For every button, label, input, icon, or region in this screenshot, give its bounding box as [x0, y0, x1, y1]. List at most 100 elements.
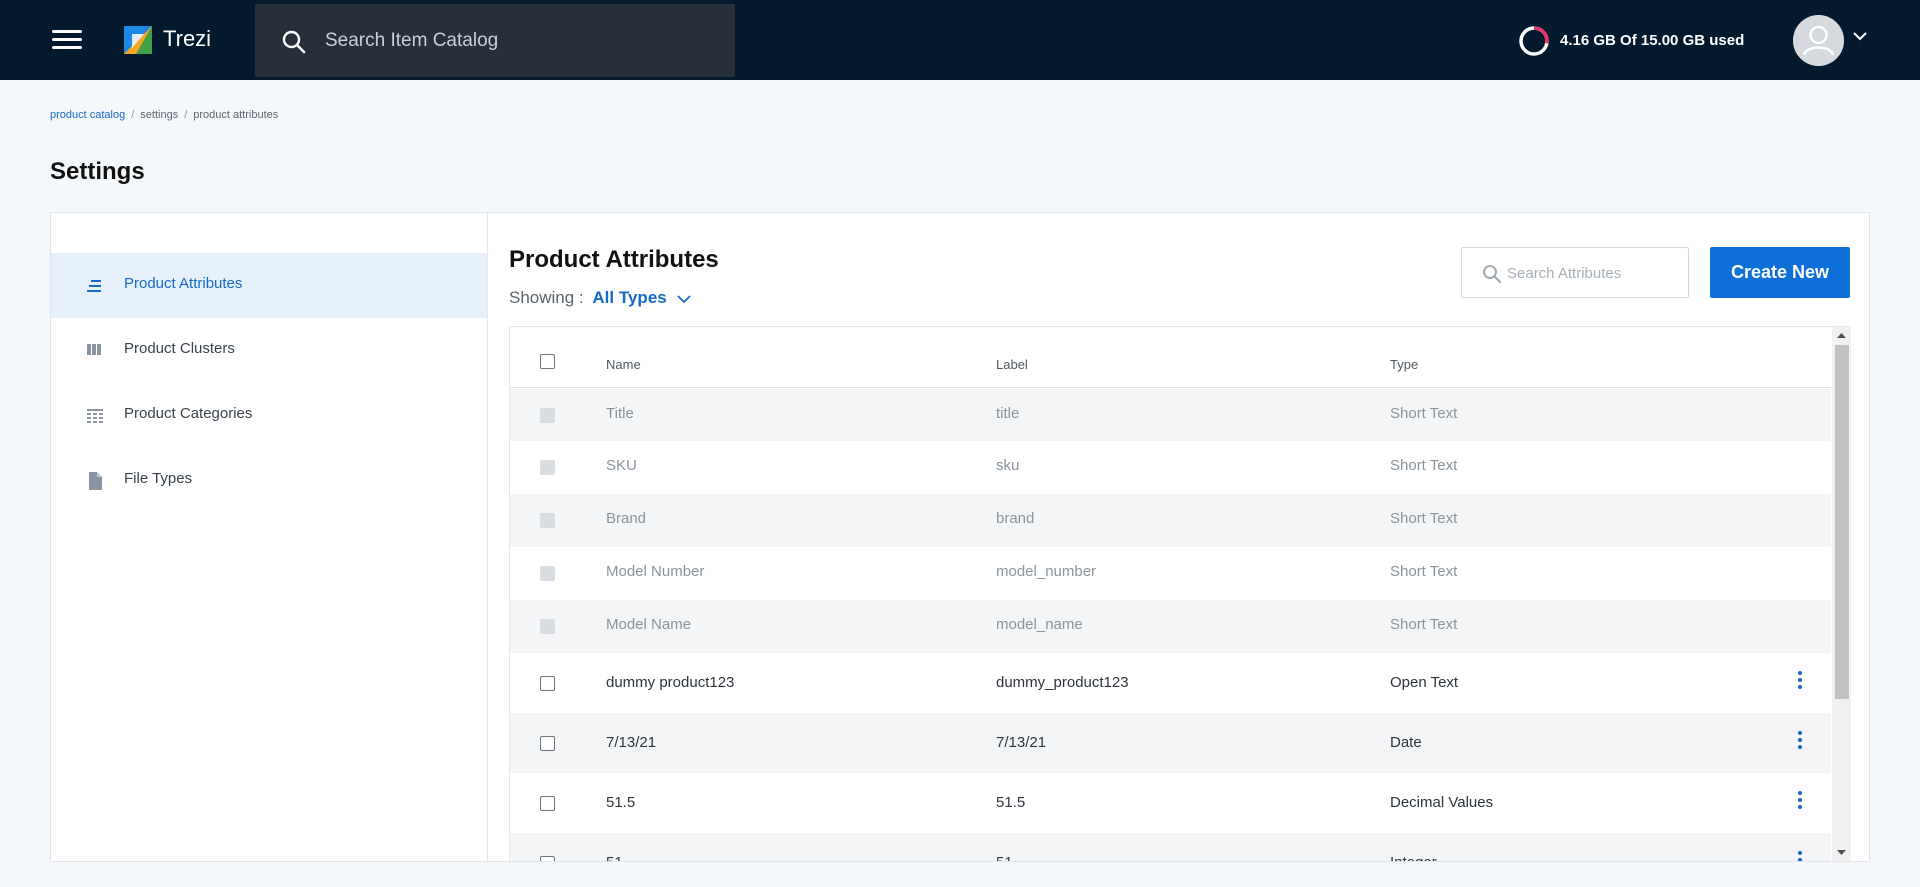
page-title: Settings: [50, 158, 145, 185]
cell-type: Short Text: [1390, 405, 1458, 422]
sidebar-item-label: File Types: [124, 470, 193, 487]
column-header-name[interactable]: Name: [606, 357, 641, 372]
type-filter: Showing : All Types: [509, 288, 692, 308]
table-header: Name Label Type: [510, 327, 1831, 388]
storage-usage-text: 4.16 GB Of 15.00 GB used: [1560, 32, 1745, 49]
attribute-search-box[interactable]: [1461, 247, 1689, 298]
breadcrumb-settings[interactable]: settings: [140, 109, 178, 121]
table-row[interactable]: Model Name model_name Short Text: [510, 600, 1831, 653]
cell-type: Short Text: [1390, 457, 1458, 474]
columns-icon: [87, 344, 101, 355]
more-options-icon[interactable]: [1790, 851, 1810, 861]
list-lines-icon: [87, 280, 101, 292]
table-row[interactable]: 51 51 Integer: [510, 833, 1831, 861]
row-checkbox: [540, 408, 555, 423]
breadcrumb-separator: /: [131, 109, 135, 121]
breadcrumb-product-catalog[interactable]: product catalog: [50, 109, 125, 121]
row-checkbox[interactable]: [540, 676, 555, 691]
scroll-thumb[interactable]: [1835, 345, 1849, 699]
table-row[interactable]: 7/13/21 7/13/21 Date: [510, 713, 1831, 773]
global-search-input[interactable]: [325, 26, 705, 56]
scroll-down-arrow-icon[interactable]: [1832, 844, 1851, 861]
cell-label: 51: [996, 854, 1013, 861]
top-bar: Trezi 4.16 GB Of 15.00 GB used: [0, 0, 1920, 80]
cell-type: Short Text: [1390, 616, 1458, 633]
row-checkbox[interactable]: [540, 796, 555, 811]
row-checkbox: [540, 460, 555, 475]
table-row[interactable]: SKU sku Short Text: [510, 441, 1831, 494]
table-scrollbar[interactable]: [1832, 327, 1851, 861]
create-new-button[interactable]: Create New: [1710, 247, 1850, 298]
file-icon: [89, 472, 102, 490]
attribute-search-input[interactable]: [1507, 262, 1677, 284]
cell-type: Date: [1390, 734, 1422, 751]
row-checkbox: [540, 513, 555, 528]
hamburger-menu-icon[interactable]: [52, 30, 82, 50]
select-all-checkbox[interactable]: [540, 354, 555, 369]
sidebar-item-label: Product Clusters: [124, 340, 235, 357]
table-row[interactable]: Brand brand Short Text: [510, 494, 1831, 547]
sidebar-item-label: Product Attributes: [124, 275, 243, 292]
showing-label: Showing :: [509, 288, 584, 307]
table-icon: [87, 409, 103, 423]
cell-name: Brand: [606, 510, 647, 527]
sidebar-item-product-categories[interactable]: Product Categories: [51, 383, 487, 448]
row-checkbox: [540, 566, 555, 581]
cell-name: 7/13/21: [606, 734, 657, 751]
storage-ring-icon: [1519, 26, 1549, 56]
cell-label: brand: [996, 510, 1035, 527]
row-checkbox[interactable]: [540, 856, 555, 861]
user-avatar-icon: [1793, 15, 1844, 66]
table-row[interactable]: dummy product123 dummy_product123 Open T…: [510, 653, 1831, 713]
cell-name: dummy product123: [606, 674, 735, 691]
cell-type: Short Text: [1390, 510, 1458, 527]
storage-indicator[interactable]: 4.16 GB Of 15.00 GB used: [1518, 25, 1758, 57]
row-checkbox: [540, 619, 555, 634]
column-header-type[interactable]: Type: [1390, 357, 1418, 372]
settings-sidebar: Product Attributes Product Clusters Prod…: [51, 213, 488, 861]
cell-label: 7/13/21: [996, 734, 1047, 751]
cell-type: Decimal Values: [1390, 794, 1494, 811]
search-icon: [1483, 265, 1501, 283]
breadcrumb: product catalog / settings / product attribu…: [50, 109, 278, 121]
cell-type: Short Text: [1390, 563, 1458, 580]
attributes-content: Product Attributes Showing : All Types C…: [489, 213, 1869, 861]
table-row[interactable]: Model Number model_number Short Text: [510, 547, 1831, 600]
trezi-logo: [124, 26, 152, 54]
cell-name: SKU: [606, 457, 637, 474]
sidebar-item-product-attributes[interactable]: Product Attributes: [51, 253, 487, 318]
cell-name: Title: [606, 405, 634, 422]
cell-label: model_name: [996, 616, 1083, 633]
more-options-icon[interactable]: [1790, 731, 1810, 755]
cell-name: Model Name: [606, 616, 692, 633]
type-filter-dropdown[interactable]: All Types: [592, 288, 666, 307]
brand-name: Trezi: [163, 26, 212, 51]
chevron-down-icon[interactable]: [677, 294, 692, 304]
sidebar-item-file-types[interactable]: File Types: [51, 448, 487, 513]
cell-label: dummy_product123: [996, 674, 1129, 691]
cell-label: sku: [996, 457, 1020, 474]
table-row[interactable]: 51.5 51.5 Decimal Values: [510, 773, 1831, 833]
table-row[interactable]: Title title Short Text: [510, 389, 1831, 441]
more-options-icon[interactable]: [1790, 671, 1810, 695]
sidebar-item-product-clusters[interactable]: Product Clusters: [51, 318, 487, 383]
more-options-icon[interactable]: [1790, 791, 1810, 815]
cell-name: Model Number: [606, 563, 705, 580]
cell-label: 51.5: [996, 794, 1026, 811]
sidebar-item-label: Product Categories: [124, 405, 253, 422]
cell-name: 51.5: [606, 794, 636, 811]
cell-type: Integer: [1390, 854, 1437, 861]
cell-label: title: [996, 405, 1020, 422]
column-header-label[interactable]: Label: [996, 357, 1028, 372]
global-search-box[interactable]: [255, 4, 735, 77]
search-icon: [282, 30, 306, 54]
chevron-down-icon[interactable]: [1852, 30, 1868, 42]
attributes-table: Name Label Type Title title Short Text S…: [509, 327, 1831, 861]
scroll-up-arrow-icon[interactable]: [1832, 327, 1851, 344]
section-title: Product Attributes: [509, 246, 719, 273]
cell-name: 51: [606, 854, 623, 861]
breadcrumb-separator: /: [184, 109, 188, 121]
row-checkbox[interactable]: [540, 736, 555, 751]
avatar[interactable]: [1793, 15, 1844, 66]
cell-type: Open Text: [1390, 674, 1459, 691]
